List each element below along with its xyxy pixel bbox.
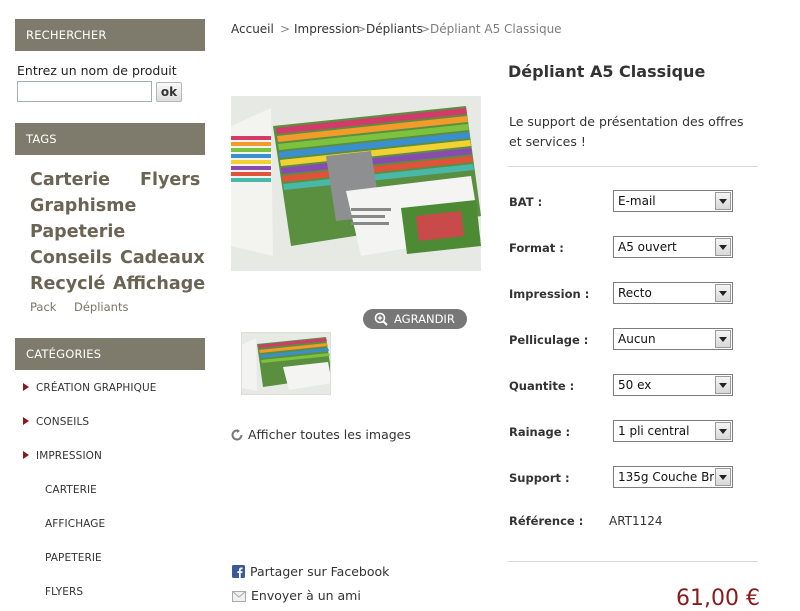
zoom-in-icon — [374, 312, 388, 326]
breadcrumb-separator: > — [420, 22, 431, 36]
category-item[interactable]: IMPRESSION — [23, 450, 102, 462]
search-label: Entrez un nom de produit — [17, 63, 177, 78]
tag-link[interactable]: Conseils — [30, 248, 112, 268]
categories-header: CATÉGORIES — [15, 338, 205, 370]
tag-link[interactable]: Carterie — [30, 170, 110, 190]
tag-link[interactable]: Cadeaux — [120, 248, 205, 268]
select-quantite[interactable]: 50 ex — [613, 374, 733, 396]
subcategory-item[interactable]: CARTERIE — [45, 484, 97, 496]
select-bat[interactable]: E-mail — [613, 190, 733, 212]
option-label-format: Format : — [509, 241, 564, 255]
option-label-quantite: Quantite : — [509, 379, 575, 393]
divider — [508, 561, 758, 562]
dropdown-arrow-icon — [715, 468, 731, 486]
refresh-icon — [231, 429, 243, 441]
tag-link[interactable]: Papeterie — [30, 222, 125, 242]
breadcrumb-current: Dépliant A5 Classique — [430, 22, 562, 36]
breadcrumb-depliants[interactable]: Dépliants — [366, 22, 423, 36]
facebook-icon — [232, 565, 245, 578]
select-impression[interactable]: Recto — [613, 282, 733, 304]
enlarge-button[interactable]: AGRANDIR — [363, 309, 467, 329]
enlarge-label: AGRANDIR — [394, 312, 455, 326]
dropdown-arrow-icon — [715, 422, 731, 440]
tag-link[interactable]: Flyers — [140, 170, 200, 190]
search-header: RECHERCHER — [15, 19, 205, 51]
product-description: Le support de présentation des offres et… — [509, 114, 744, 149]
reference-value: ART1124 — [609, 514, 663, 528]
product-thumbnail[interactable] — [241, 332, 331, 395]
divider — [508, 166, 758, 167]
dropdown-arrow-icon — [715, 376, 731, 394]
breadcrumb-separator: > — [356, 22, 367, 36]
dropdown-arrow-icon — [715, 330, 731, 348]
brochure-thumbnail-photo — [242, 333, 330, 394]
product-price: 61,00 € — [676, 586, 760, 611]
tags-header: TAGS — [15, 123, 205, 155]
option-label-rainage: Rainage : — [509, 425, 571, 439]
breadcrumb-home[interactable]: Accueil — [231, 22, 274, 36]
category-item[interactable]: CONSEILS — [23, 416, 89, 428]
select-format[interactable]: A5 ouvert — [613, 236, 733, 258]
send-to-friend-link[interactable]: Envoyer à un ami — [232, 588, 361, 603]
subcategory-item[interactable]: AFFICHAGE — [45, 518, 105, 530]
option-label-support: Support : — [509, 471, 570, 485]
select-support[interactable]: 135g Couche Brillant — [613, 466, 733, 488]
option-label-bat: BAT : — [509, 195, 543, 209]
select-rainage[interactable]: 1 pli central — [613, 420, 733, 442]
tag-link[interactable]: Affichage — [113, 274, 205, 294]
share-facebook-link[interactable]: Partager sur Facebook — [232, 564, 389, 579]
envelope-icon — [232, 591, 246, 602]
tag-link[interactable]: Dépliants — [74, 300, 128, 314]
tag-link[interactable]: Recyclé — [30, 274, 105, 294]
breadcrumb-impression[interactable]: Impression — [294, 22, 360, 36]
category-item[interactable]: CRÉATION GRAPHIQUE — [23, 382, 157, 394]
tag-link[interactable]: Graphisme — [30, 196, 136, 216]
option-label-pelliculage: Pelliculage : — [509, 333, 589, 347]
select-pelliculage[interactable]: Aucun — [613, 328, 733, 350]
show-all-images-link[interactable]: Afficher toutes les images — [231, 427, 411, 442]
subcategory-item[interactable]: FLYERS — [45, 586, 83, 598]
dropdown-arrow-icon — [715, 238, 731, 256]
subcategory-item[interactable]: PAPETERIE — [45, 552, 102, 564]
search-submit-button[interactable]: ok — [156, 82, 182, 102]
product-title: Dépliant A5 Classique — [508, 62, 706, 81]
search-input[interactable] — [17, 81, 152, 102]
option-label-impression: Impression : — [509, 287, 590, 301]
triangle-right-icon — [23, 451, 29, 459]
reference-label: Référence : — [509, 514, 584, 528]
triangle-right-icon — [23, 417, 29, 425]
product-image[interactable] — [231, 96, 481, 271]
breadcrumb-separator: > — [280, 22, 291, 36]
dropdown-arrow-icon — [715, 284, 731, 302]
tag-link[interactable]: Pack — [30, 300, 56, 314]
dropdown-arrow-icon — [715, 192, 731, 210]
triangle-right-icon — [23, 383, 29, 391]
brochure-photo — [231, 96, 481, 271]
